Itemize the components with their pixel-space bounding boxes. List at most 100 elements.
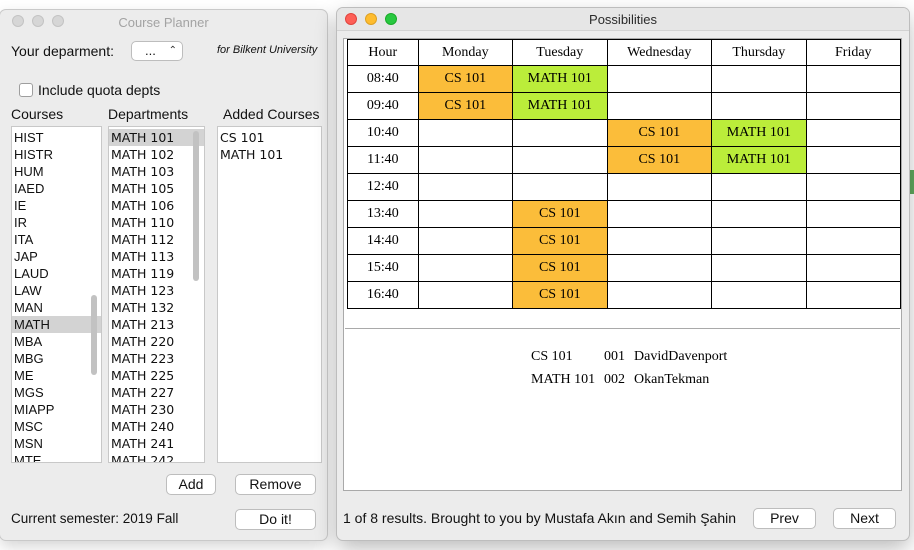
section-section: 001 (604, 349, 625, 364)
departments-list[interactable]: MATH 101 MATH 102 MATH 103 MATH 105 MATH 106… (108, 126, 205, 463)
department-list-item[interactable]: MATH 110 (109, 214, 204, 231)
prev-button[interactable]: Prev (753, 508, 816, 529)
table-bottom-area (345, 312, 900, 329)
course-list-item[interactable]: MSC (12, 418, 101, 435)
schedule-cell (417, 146, 514, 174)
schedule-cell (805, 65, 902, 93)
course-list-item[interactable]: MATH (12, 316, 101, 333)
schedule-cell (512, 146, 608, 174)
course-list-item[interactable]: MTE (12, 452, 101, 462)
schedule-cell (711, 254, 807, 282)
course-list-item[interactable]: ME (12, 367, 101, 384)
schedule-cell (805, 92, 902, 120)
hour-cell: 11:40 (347, 146, 419, 174)
course-list-item[interactable]: IAED (12, 180, 101, 197)
department-list-item[interactable]: MATH 242 (109, 452, 204, 462)
planner-titlebar: Course Planner (0, 10, 327, 34)
department-list-item[interactable]: MATH 240 (109, 418, 204, 435)
schedule-cell (512, 119, 608, 147)
include-quota-checkbox[interactable] (19, 83, 33, 97)
course-list-item[interactable]: MIAPP (12, 401, 101, 418)
added-courses-list[interactable]: CS 101 MATH 101 (217, 126, 322, 463)
department-list-item[interactable]: MATH 230 (109, 401, 204, 418)
schedule-cell (805, 146, 902, 174)
window-title: Possibilities (589, 12, 657, 27)
department-list-item[interactable]: MATH 225 (109, 367, 204, 384)
department-list-item[interactable]: MATH 119 (109, 265, 204, 282)
course-list-item[interactable]: HIST (12, 129, 101, 146)
university-note: for Bilkent University (217, 44, 318, 56)
department-list-item[interactable]: MATH 102 (109, 146, 204, 163)
schedule-cell (417, 200, 514, 228)
schedule-cell (805, 227, 902, 255)
department-list-item[interactable]: MATH 223 (109, 350, 204, 367)
schedule-cell (606, 92, 713, 120)
column-header: Wednesday (606, 39, 713, 66)
hour-cell: 13:40 (347, 200, 419, 228)
course-list-item[interactable]: MBG (12, 350, 101, 367)
course-list-item[interactable]: MGS (12, 384, 101, 401)
department-list-item[interactable]: MATH 123 (109, 282, 204, 299)
department-list-item[interactable]: MATH 101 (109, 129, 204, 146)
added-course-item[interactable]: MATH 101 (218, 146, 321, 163)
schedule-cell (805, 281, 902, 309)
departments-scrollbar[interactable] (193, 131, 199, 281)
department-list-item[interactable]: MATH 132 (109, 299, 204, 316)
department-list-item[interactable]: MATH 105 (109, 180, 204, 197)
department-select[interactable]: ... ⌃ (131, 41, 183, 61)
schedule-cell: CS 101 (512, 281, 608, 309)
schedule-cell (805, 200, 902, 228)
schedule-row: 08:40 CS 101 MATH 101 (347, 65, 902, 93)
course-list-item[interactable]: MSN (12, 435, 101, 452)
courses-list[interactable]: HIST HISTR HUM IAED IE IR ITA JAP LAUD LAW MAN MATH… (11, 126, 102, 463)
department-list-item[interactable]: MATH 241 (109, 435, 204, 452)
course-list-item[interactable]: HUM (12, 163, 101, 180)
results-status: 1 of 8 results. Brought to you by Mustaf… (343, 510, 737, 526)
course-list-item[interactable]: ITA (12, 231, 101, 248)
schedule-cell: CS 101 (512, 200, 608, 228)
schedule-cell (805, 254, 902, 282)
courses-scrollbar[interactable] (91, 295, 97, 375)
course-list-item[interactable]: IR (12, 214, 101, 231)
course-list-item[interactable]: JAP (12, 248, 101, 265)
department-list-item[interactable]: MATH 227 (109, 384, 204, 401)
department-list-item[interactable]: MATH 112 (109, 231, 204, 248)
schedule-cell (711, 200, 807, 228)
schedule-row: 12:40 (347, 173, 902, 201)
department-list-item[interactable]: MATH 213 (109, 316, 204, 333)
added-course-item[interactable]: CS 101 (218, 129, 321, 146)
remove-button[interactable]: Remove (235, 474, 316, 495)
schedule-cell (512, 173, 608, 201)
schedule-cell (711, 92, 807, 120)
course-list-item[interactable]: LAUD (12, 265, 101, 282)
add-button[interactable]: Add (166, 474, 216, 495)
course-list-item[interactable]: IE (12, 197, 101, 214)
schedule-cell: MATH 101 (711, 146, 807, 174)
course-list-item[interactable]: MAN (12, 299, 101, 316)
schedule-row: 10:40 CS 101 MATH 101 (347, 119, 902, 147)
department-list-item[interactable]: MATH 106 (109, 197, 204, 214)
department-list-item[interactable]: MATH 113 (109, 248, 204, 265)
schedule-cell (805, 119, 902, 147)
hour-cell: 10:40 (347, 119, 419, 147)
schedule-cell (805, 173, 902, 201)
schedule-cell (606, 200, 713, 228)
schedule-cell: MATH 101 (711, 119, 807, 147)
next-button[interactable]: Next (833, 508, 896, 529)
course-list-item[interactable]: MBA (12, 333, 101, 350)
do-it-button[interactable]: Do it! (235, 509, 316, 530)
courses-header: Courses (11, 106, 64, 122)
hour-cell: 09:40 (347, 92, 419, 120)
department-list-item[interactable]: MATH 103 (109, 163, 204, 180)
department-list-item[interactable]: MATH 220 (109, 333, 204, 350)
schedule-row: 13:40 CS 101 (347, 200, 902, 228)
schedule-cell (417, 254, 514, 282)
schedule-cell: CS 101 (512, 254, 608, 282)
schedule-cell (711, 173, 807, 201)
schedule-cell (417, 119, 514, 147)
section-instructor: DavidDavenport (634, 349, 728, 364)
departments-header: Departments (108, 106, 189, 122)
course-list-item[interactable]: HISTR (12, 146, 101, 163)
schedule-cell (711, 281, 807, 309)
course-list-item[interactable]: LAW (12, 282, 101, 299)
